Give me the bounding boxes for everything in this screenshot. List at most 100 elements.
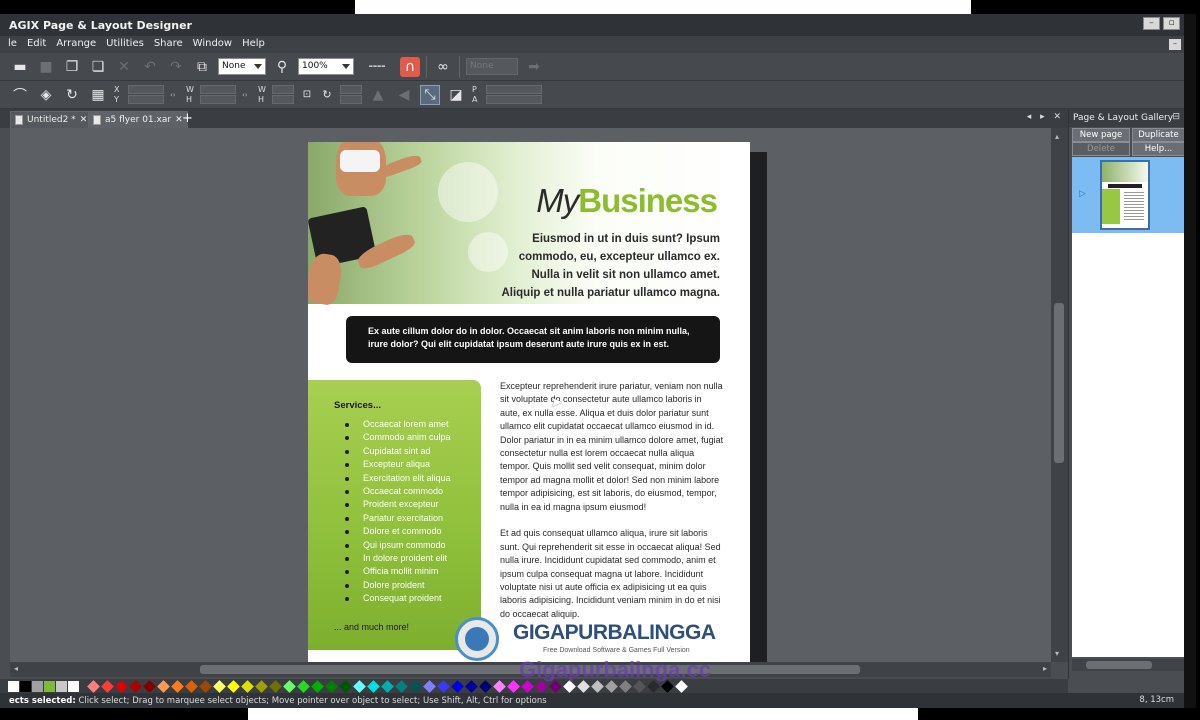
minimize-button[interactable]: – (1143, 17, 1160, 30)
color-diamond[interactable] (100, 679, 114, 693)
scale-lines-icon[interactable]: ⤡ (420, 84, 440, 105)
color-diamond[interactable] (436, 679, 450, 693)
delete-button[interactable]: Delete (1072, 142, 1130, 156)
color-diamond[interactable] (380, 679, 394, 693)
a-field[interactable] (486, 95, 542, 104)
color-diamond[interactable] (324, 679, 338, 693)
scale-width-field[interactable] (272, 85, 294, 94)
color-swatch[interactable] (32, 680, 43, 692)
color-diamond[interactable] (240, 679, 254, 693)
zoom-icon[interactable]: ⚲ (272, 57, 292, 77)
menu-window[interactable]: Window (188, 36, 237, 49)
gallery-scrollbar[interactable] (1072, 659, 1184, 671)
scroll-right-icon[interactable]: ▸ (1043, 664, 1047, 673)
tab-a5-flyer[interactable]: a5 flyer 01.xar ✕ (88, 111, 188, 128)
open-folder-icon[interactable]: ▬ (10, 57, 30, 77)
color-diamond[interactable] (520, 679, 534, 693)
scroll-thumb[interactable] (1054, 303, 1064, 463)
xy-spinners[interactable]: ‹› (170, 91, 180, 99)
menu-utilities[interactable]: Utilities (101, 36, 149, 49)
width-field[interactable] (200, 85, 236, 94)
color-diamond[interactable] (534, 679, 548, 693)
color-diamond[interactable] (184, 679, 198, 693)
zoom-combo[interactable]: 100% (298, 58, 354, 75)
document-canvas[interactable]: MyBusiness Eiusmod in ut in duis sunt? I… (10, 128, 1051, 662)
expand-arrow-icon[interactable]: ▷ (1079, 189, 1086, 199)
new-page-button[interactable]: New page (1072, 128, 1130, 142)
color-diamond[interactable] (268, 679, 282, 693)
new-tab-button[interactable]: + (180, 112, 195, 127)
tab-untitled2[interactable]: Untitled2 * ✕ (10, 111, 93, 128)
color-diamond[interactable] (478, 679, 492, 693)
fill-combo[interactable]: None (218, 58, 266, 75)
color-diamond[interactable] (548, 679, 562, 693)
flip-horizontal-icon[interactable]: ◀ (394, 85, 414, 105)
color-diamond[interactable] (156, 679, 170, 693)
color-diamond[interactable] (576, 679, 590, 693)
color-diamond[interactable] (310, 679, 324, 693)
flyer-page[interactable]: MyBusiness Eiusmod in ut in duis sunt? I… (308, 142, 750, 662)
tag-icon[interactable]: ◪ (446, 85, 466, 105)
color-diamond[interactable] (366, 679, 380, 693)
p-field[interactable] (486, 85, 542, 94)
scroll-thumb[interactable] (1086, 661, 1152, 669)
menu-edit[interactable]: Edit (22, 36, 51, 49)
snap-magnet-icon[interactable]: ∩ (400, 56, 420, 77)
duplicate-icon[interactable]: ⧉ (192, 57, 212, 77)
scroll-left-icon[interactable]: ◂ (14, 664, 18, 673)
color-diamond[interactable] (86, 679, 100, 693)
undo-icon[interactable]: ↶ (140, 57, 160, 77)
color-diamond[interactable] (646, 679, 660, 693)
color-diamond[interactable] (618, 679, 632, 693)
color-diamond[interactable] (632, 679, 646, 693)
color-diamond[interactable] (226, 679, 240, 693)
color-diamond[interactable] (338, 679, 352, 693)
lock-aspect-icon[interactable]: ⊡ (300, 85, 314, 105)
scroll-down-icon[interactable]: ▾ (1055, 649, 1059, 658)
pin-icon[interactable]: ⊟ (1172, 112, 1180, 122)
rotate-icon[interactable]: ↻ (320, 85, 334, 105)
y-field[interactable] (128, 95, 164, 104)
document-minimize-button[interactable]: – (1169, 39, 1181, 50)
scroll-up-icon[interactable]: ▴ (1055, 132, 1059, 141)
hero-image[interactable]: MyBusiness Eiusmod in ut in duis sunt? I… (308, 142, 750, 307)
color-diamond[interactable] (674, 679, 688, 693)
color-swatch[interactable] (68, 680, 79, 692)
page-thumbnail-item[interactable]: ▷ (1072, 157, 1184, 233)
menu-file[interactable]: le (0, 36, 22, 49)
color-swatch[interactable] (56, 680, 67, 692)
color-diamond[interactable] (408, 679, 422, 693)
color-diamond[interactable] (212, 679, 226, 693)
color-diamond[interactable] (562, 679, 576, 693)
color-swatch[interactable] (44, 680, 55, 692)
color-diamond[interactable] (254, 679, 268, 693)
scale-height-field[interactable] (272, 95, 294, 104)
copy-icon[interactable]: ❐ (62, 57, 82, 77)
rotate-field[interactable] (340, 85, 362, 94)
color-swatch[interactable] (8, 680, 19, 692)
color-diamond[interactable] (450, 679, 464, 693)
color-diamond[interactable] (170, 679, 184, 693)
restore-button[interactable]: ▫ (1163, 17, 1180, 30)
redo-icon[interactable]: ↷ (166, 57, 186, 77)
color-diamond[interactable] (198, 679, 212, 693)
menu-arrange[interactable]: Arrange (51, 36, 101, 49)
color-swatch[interactable] (20, 680, 31, 692)
link-icon[interactable]: ∞ (433, 57, 453, 77)
paste-icon[interactable]: ❏ (88, 57, 108, 77)
duplicate-button[interactable]: Duplicate (1132, 128, 1184, 142)
save-icon[interactable]: ■ (36, 57, 56, 77)
x-field[interactable] (128, 85, 164, 94)
color-diamond[interactable] (142, 679, 156, 693)
vertical-scrollbar[interactable]: ▴ ▾ (1051, 128, 1068, 662)
color-diamond[interactable] (492, 679, 506, 693)
color-diamond[interactable] (394, 679, 408, 693)
help-button[interactable]: Help... (1132, 142, 1184, 156)
menu-help[interactable]: Help (237, 36, 270, 49)
fill-tool-icon[interactable]: ◈ (36, 85, 56, 105)
color-diamond[interactable] (114, 679, 128, 693)
color-diamond[interactable] (296, 679, 310, 693)
flip-vertical-icon[interactable]: ▲ (368, 85, 388, 105)
color-diamond[interactable] (604, 679, 618, 693)
grid-icon[interactable]: ▦ (88, 85, 108, 105)
